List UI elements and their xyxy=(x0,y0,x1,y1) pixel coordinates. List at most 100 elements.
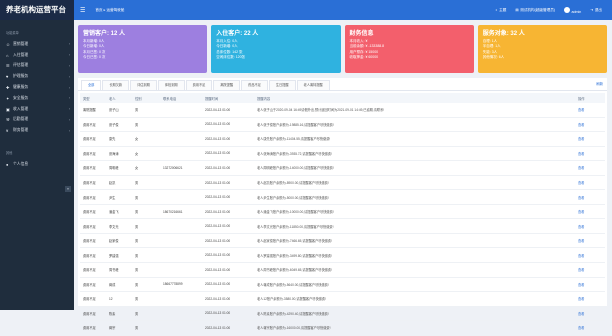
table-cell: 费用不足 xyxy=(80,131,106,147)
stat-card: 服务对象: 32 人自理: 1人 半自理: 1人 失能: 3人 其他情况: 6人 xyxy=(477,25,607,73)
table-cell: 老人尹生账户余额为-5000.00,请提醒客户尽快缴费! xyxy=(254,189,575,205)
tab-9[interactable]: 老人离特提醒 xyxy=(296,80,330,90)
clipboard-icon: ☰ xyxy=(6,63,10,69)
table-cell: 男 xyxy=(132,103,160,118)
view-link[interactable]: 查看 xyxy=(575,131,605,147)
sidebar-item-4[interactable]: ♥ 护理服务 ‹ xyxy=(0,71,74,82)
table-cell: 张子山 xyxy=(106,103,132,118)
view-link[interactable]: 查看 xyxy=(575,291,605,307)
sidebar-item-2[interactable]: ⌂ 入住管理 ‹ xyxy=(0,50,74,61)
topbar-item-label: 测试机构(超级管理员) xyxy=(520,7,555,12)
stat-card: 财务信息 本月收入: ¥ 当前余额: ¥ -133388.8 用户预存: ¥ 1500… xyxy=(344,25,474,73)
table-cell: 老人潘金飞账户余额为-10000.00,请提醒客户尽快缴费! xyxy=(254,204,575,220)
tab-8[interactable]: 生日提醒 xyxy=(268,80,296,90)
view-link[interactable]: 查看 xyxy=(575,262,605,278)
table-cell: 费用不足 xyxy=(80,247,106,264)
tab-1[interactable]: 全部 xyxy=(81,80,102,90)
table-cell: 费用不足 xyxy=(80,160,106,176)
tab-6[interactable]: 离院提醒 xyxy=(213,80,241,90)
tab-4[interactable]: 体检到期 xyxy=(157,80,185,90)
table-cell: 女 xyxy=(132,146,160,162)
stat-card-line: 其他情况: 6人 xyxy=(482,55,505,60)
tab-2[interactable]: 长期欠款 xyxy=(102,80,130,90)
topbar-item-3[interactable]: admin xyxy=(564,6,582,14)
sidebar-item-label: 后勤管理 xyxy=(13,117,29,122)
table-cell: 李文光 xyxy=(106,218,132,234)
table-row: 费用不足 李文光男 2022-04-13 01:00 老人李文光账户余额为-11850… xyxy=(80,218,605,234)
table-cell: 老人周明峰账户余额为-14000.00,请提醒客户尽快缴费! xyxy=(254,160,575,176)
view-link[interactable]: 查看 xyxy=(575,189,605,205)
table-cell: 费用不足 xyxy=(80,277,106,293)
table-cell: 费用不足 xyxy=(80,233,106,249)
user-icon xyxy=(564,6,570,13)
tab-7[interactable]: 药品不足 xyxy=(241,80,268,90)
view-link[interactable]: 查看 xyxy=(575,175,605,191)
table-cell: 2022-04-13 01:00 xyxy=(202,189,254,205)
view-link[interactable]: 查看 xyxy=(575,218,605,234)
table-cell xyxy=(160,306,202,322)
sidebar-item-9[interactable]: ¥ 财务管理 ‹ xyxy=(0,125,74,136)
refresh-button[interactable]: 刷新 xyxy=(596,81,603,86)
table-cell: 2022-04-13 01:00 xyxy=(202,233,254,249)
tab-3[interactable]: 评估到期 xyxy=(130,80,157,90)
table-cell: 男 xyxy=(132,189,160,205)
table-cell: 费用不足 xyxy=(80,218,106,234)
chevron-down-icon: ‹ xyxy=(68,74,70,79)
table-cell xyxy=(160,320,202,336)
sidebar-item-6[interactable]: ✦ 安全服务 ‹ xyxy=(0,93,74,104)
chevron-down-icon: ‹ xyxy=(68,128,70,133)
view-link[interactable]: 查看 xyxy=(575,320,605,336)
view-link[interactable]: 查看 xyxy=(575,117,605,133)
column-header: 老人 xyxy=(106,93,132,103)
table-row: 费用不足 赵凯男 2022-04-13 01:00 老人赵凯账户余额为-8900.00… xyxy=(80,175,605,191)
breadcrumb: 首页 ▸ 运营驾驶舱 xyxy=(95,7,125,12)
table-cell: 2022-04-13 01:00 xyxy=(202,262,254,278)
topbar-item-label: admin xyxy=(571,9,582,14)
table-cell: 2022-04-13 01:00 xyxy=(202,117,254,133)
view-link[interactable]: 查看 xyxy=(575,233,605,249)
sidebar-item-1[interactable]: ☺ 营销管理 ‹ xyxy=(0,39,74,50)
tab-5[interactable]: 费用不足 xyxy=(185,80,213,90)
view-link[interactable]: 查看 xyxy=(575,277,605,293)
table-cell: 男 xyxy=(132,175,160,191)
table-cell: 男 xyxy=(132,218,160,234)
view-link[interactable]: 查看 xyxy=(575,146,605,162)
sidebar-item-3[interactable]: ☰ 评估管理 ‹ xyxy=(0,61,74,72)
person-icon: ● xyxy=(6,162,9,168)
home-icon: ⌂ xyxy=(6,52,9,58)
topbar-item-2[interactable]: ▤ 测试机构(超级管理员) xyxy=(515,8,555,13)
table-cell: 男 xyxy=(132,247,160,264)
chevron-down-icon: ‹ xyxy=(68,85,70,90)
chevron-down-icon: ‹ xyxy=(68,107,70,112)
sidebar-item-8[interactable]: ⚒ 后勤管理 ‹ xyxy=(0,115,74,126)
topbar-item-1[interactable]: ◐ 主题 xyxy=(495,8,506,13)
view-link[interactable]: 查看 xyxy=(575,204,605,220)
table-cell: 蒋成 xyxy=(106,277,132,293)
table-cell: 费用不足 xyxy=(80,175,106,191)
sidebar-item-personal[interactable]: ● 个人信息 xyxy=(0,159,74,170)
view-link[interactable]: 查看 xyxy=(575,247,605,264)
table-cell xyxy=(160,175,202,191)
table-cell xyxy=(160,262,202,278)
view-link[interactable]: 查看 xyxy=(575,306,605,322)
building-icon: ▤ xyxy=(515,7,519,12)
stat-card-title: 服务对象: 32 人 xyxy=(482,31,525,37)
sidebar-item-7[interactable]: ▣ 收入管理 ‹ xyxy=(0,104,74,115)
table-cell: 女 xyxy=(132,160,160,176)
view-link[interactable]: 查看 xyxy=(575,160,605,176)
table-cell: 老人赵家俊账户余额为-7466.65,请提醒客户尽快缴费! xyxy=(254,233,575,249)
tab-bar: 全部 长期欠款 评估到期 体检到期 费用不足 离院提醒 药品不足 生日提醒 老人离特提醒 xyxy=(78,78,607,91)
menu-icon[interactable]: ☰ xyxy=(80,7,85,14)
collapse-toggle-icon[interactable]: « xyxy=(65,186,71,192)
table-cell: 老人赵凯账户余额为-8900.00,请提醒客户尽快缴费! xyxy=(254,175,575,191)
heart-icon: ♥ xyxy=(6,74,9,80)
sidebar-item-5[interactable]: ✚ 健康服务 ‹ xyxy=(0,82,74,93)
table-cell: 18667778899 xyxy=(160,277,202,293)
topbar-item-4[interactable]: ⇥ 退出 xyxy=(590,8,602,13)
table-cell xyxy=(160,291,202,307)
table-cell: 2022-04-13 01:00 xyxy=(202,218,254,234)
view-link[interactable]: 查看 xyxy=(575,103,605,118)
person-icon: ☺ xyxy=(6,41,11,47)
reminder-table: 类型 老人 性别 联系电话 提醒时间 提醒内容 操作 离院提醒 张子山男 2022-04-13 … xyxy=(80,93,605,336)
table-cell: 2022-04-13 01:00 xyxy=(202,204,254,220)
